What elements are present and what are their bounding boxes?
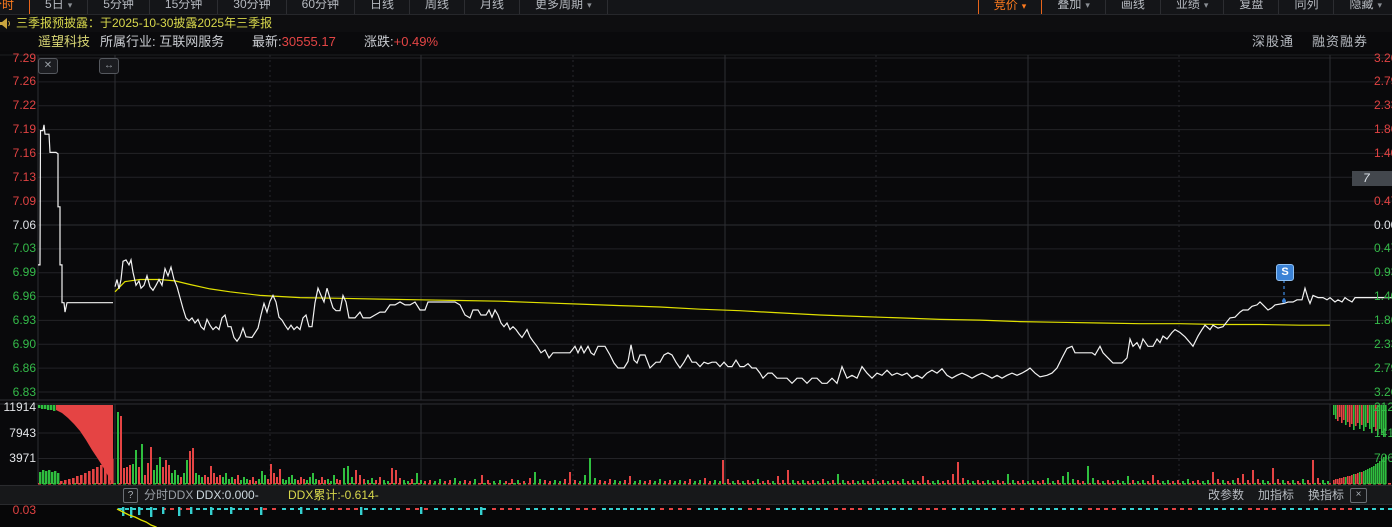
tool-叠加[interactable]: 叠加 ▾ [1042, 0, 1106, 14]
chevron-down-icon: ▾ [67, 0, 73, 10]
chevron-down-icon: ▾ [1021, 1, 1027, 11]
sell-signal-marker[interactable]: S [1276, 264, 1294, 281]
market-tags: 深股通 融资融券 [1234, 32, 1368, 51]
price-axis-label: 7.16 [12, 145, 36, 160]
indicator-actions: 改参数 加指标 换指标 [1208, 486, 1344, 504]
price-axis-label: 7.09 [12, 193, 36, 208]
price-axis-label: 7.13 [12, 169, 36, 184]
close-indicator-icon[interactable]: × [1350, 488, 1367, 503]
tab-period-5分钟[interactable]: 5分钟 [88, 0, 150, 14]
ddx-value: DDX:0.000- [196, 488, 259, 502]
indicator-name[interactable]: 分时DDX [144, 486, 193, 504]
percent-axis-label: 3.26 [1374, 50, 1392, 65]
price-axis-label: 6.83 [12, 384, 36, 399]
percent-axis-label: 2.33 [1374, 336, 1392, 351]
tool-同列[interactable]: 同列 [1279, 0, 1335, 14]
stock-app-window: 分时5日▾5分钟15分钟30分钟60分钟日线周线月线更多周期▾ 竞价▾叠加▾画线… [0, 0, 1392, 527]
percent-axis-label: 2.79 [1374, 360, 1392, 375]
percent-axis-label: 3.26 [1374, 384, 1392, 399]
change-params-button[interactable]: 改参数 [1208, 486, 1244, 504]
percent-axis-label: 0.93 [1374, 265, 1392, 280]
tab-period-月线[interactable]: 月线 [465, 0, 521, 14]
volume-amount-label: 2120 [1374, 400, 1392, 414]
tab-period-15分钟[interactable]: 15分钟 [150, 0, 219, 14]
tool-画线[interactable]: 画线 [1106, 0, 1161, 14]
industry-label[interactable]: 所属行业: 互联网服务 [100, 32, 224, 51]
latest-price-value: 30555.17 [281, 34, 336, 49]
stock-name[interactable]: 遥望科技 [38, 32, 90, 51]
tab-period-更多周期[interactable]: 更多周期 ▾ [520, 0, 608, 14]
tab-period-周线[interactable]: 周线 [410, 0, 466, 14]
announcement-horn-icon [0, 18, 10, 29]
add-indicator-button[interactable]: 加指标 [1258, 486, 1294, 504]
price-axis-label: 6.90 [12, 336, 36, 351]
price-axis-label: 7.22 [12, 98, 36, 113]
chevron-down-icon: ▾ [1203, 0, 1209, 10]
price-axis-tag: 7 [1352, 171, 1392, 186]
volume-axis-label: 7943 [9, 425, 36, 440]
price-axis-label: 6.86 [12, 360, 36, 375]
tool-业绩[interactable]: 业绩 ▾ [1161, 0, 1225, 14]
ddx-axis-label: 0.03 [12, 503, 36, 517]
tab-period-5日[interactable]: 5日 ▾ [30, 0, 89, 14]
resize-horizontal-icon[interactable]: ↔ [99, 58, 119, 74]
price-axis-label: 7.03 [12, 241, 36, 256]
tag-rongzirongquan[interactable]: 融资融券 [1312, 34, 1368, 49]
news-text[interactable]: 三季报预披露：于2025-10-30披露2025年三季报 [16, 15, 272, 32]
percent-axis-label: 1.86 [1374, 122, 1392, 137]
percent-axis-label: 2.33 [1374, 98, 1392, 113]
percent-axis-label: 0.47 [1374, 241, 1392, 256]
price-axis-label: 6.93 [12, 312, 36, 327]
news-bar: 三季报预披露：于2025-10-30披露2025年三季报 [0, 15, 1392, 32]
change-percent: 涨跌:+0.49% [364, 34, 439, 49]
latest-price: 最新:30555.17 [252, 34, 336, 49]
percent-axis-label: 1.40 [1374, 289, 1392, 304]
tab-period-30分钟[interactable]: 30分钟 [218, 0, 287, 14]
intraday-chart-canvas[interactable] [0, 0, 1392, 527]
volume-amount-label: 706 [1374, 451, 1392, 465]
chevron-down-icon: ▾ [1085, 0, 1090, 10]
tool-竞价[interactable]: 竞价 ▾ [977, 0, 1043, 14]
percent-axis-label: 2.79 [1374, 74, 1392, 89]
volume-axis-label: 11914 [3, 400, 36, 414]
price-axis-label: 7.19 [12, 122, 36, 137]
ddx-cumulative-value: DDX累计:-0.614- [288, 488, 379, 502]
change-percent-value: +0.49% [393, 34, 439, 49]
period-toolbar: 分时5日▾5分钟15分钟30分钟60分钟日线周线月线更多周期▾ 竞价▾叠加▾画线… [0, 0, 1392, 15]
indicator-bar: ? 分时DDX DDX:0.000- DDX累计:-0.614- 改参数 加指标… [0, 485, 1392, 505]
tool-隐藏[interactable]: 隐藏 ▾ [1334, 0, 1392, 14]
percent-axis-label: 1.40 [1374, 145, 1392, 160]
price-axis-label: 7.26 [12, 74, 36, 89]
price-axis-label: 6.96 [12, 289, 36, 304]
period-tabs: 分时5日▾5分钟15分钟30分钟60分钟日线周线月线更多周期▾ [0, 0, 608, 14]
tag-shengutong[interactable]: 深股通 [1252, 34, 1294, 49]
toolbar-tools: 竞价 ▾ 叠加 ▾ 画线 业绩 ▾ 复盘 同列 隐藏 ▾ [977, 0, 1392, 14]
tool-复盘[interactable]: 复盘 [1224, 0, 1280, 14]
percent-axis-label: 1.86 [1374, 312, 1392, 327]
close-chart-icon[interactable]: ✕ [38, 58, 58, 74]
tab-period-分时[interactable]: 分时 [0, 0, 31, 14]
price-axis-label: 6.99 [12, 265, 36, 280]
percent-axis-label: 0.00 [1374, 217, 1392, 232]
indicator-help-icon[interactable]: ? [123, 488, 138, 503]
volume-amount-label: 1413 [1374, 425, 1392, 440]
tab-period-日线[interactable]: 日线 [355, 0, 411, 14]
percent-axis-label: 0.47 [1374, 193, 1392, 208]
chevron-down-icon: ▾ [1377, 0, 1382, 10]
stock-info-bar: 遥望科技 所属行业: 互联网服务 最新:30555.17 涨跌:+0.49% 深… [0, 32, 1392, 51]
switch-indicator-button[interactable]: 换指标 [1308, 486, 1344, 504]
chevron-down-icon: ▾ [587, 0, 592, 10]
price-axis-label: 7.29 [12, 50, 36, 65]
price-axis-label: 7.06 [12, 217, 36, 232]
volume-axis-label: 3971 [9, 451, 36, 465]
tab-period-60分钟[interactable]: 60分钟 [287, 0, 355, 14]
